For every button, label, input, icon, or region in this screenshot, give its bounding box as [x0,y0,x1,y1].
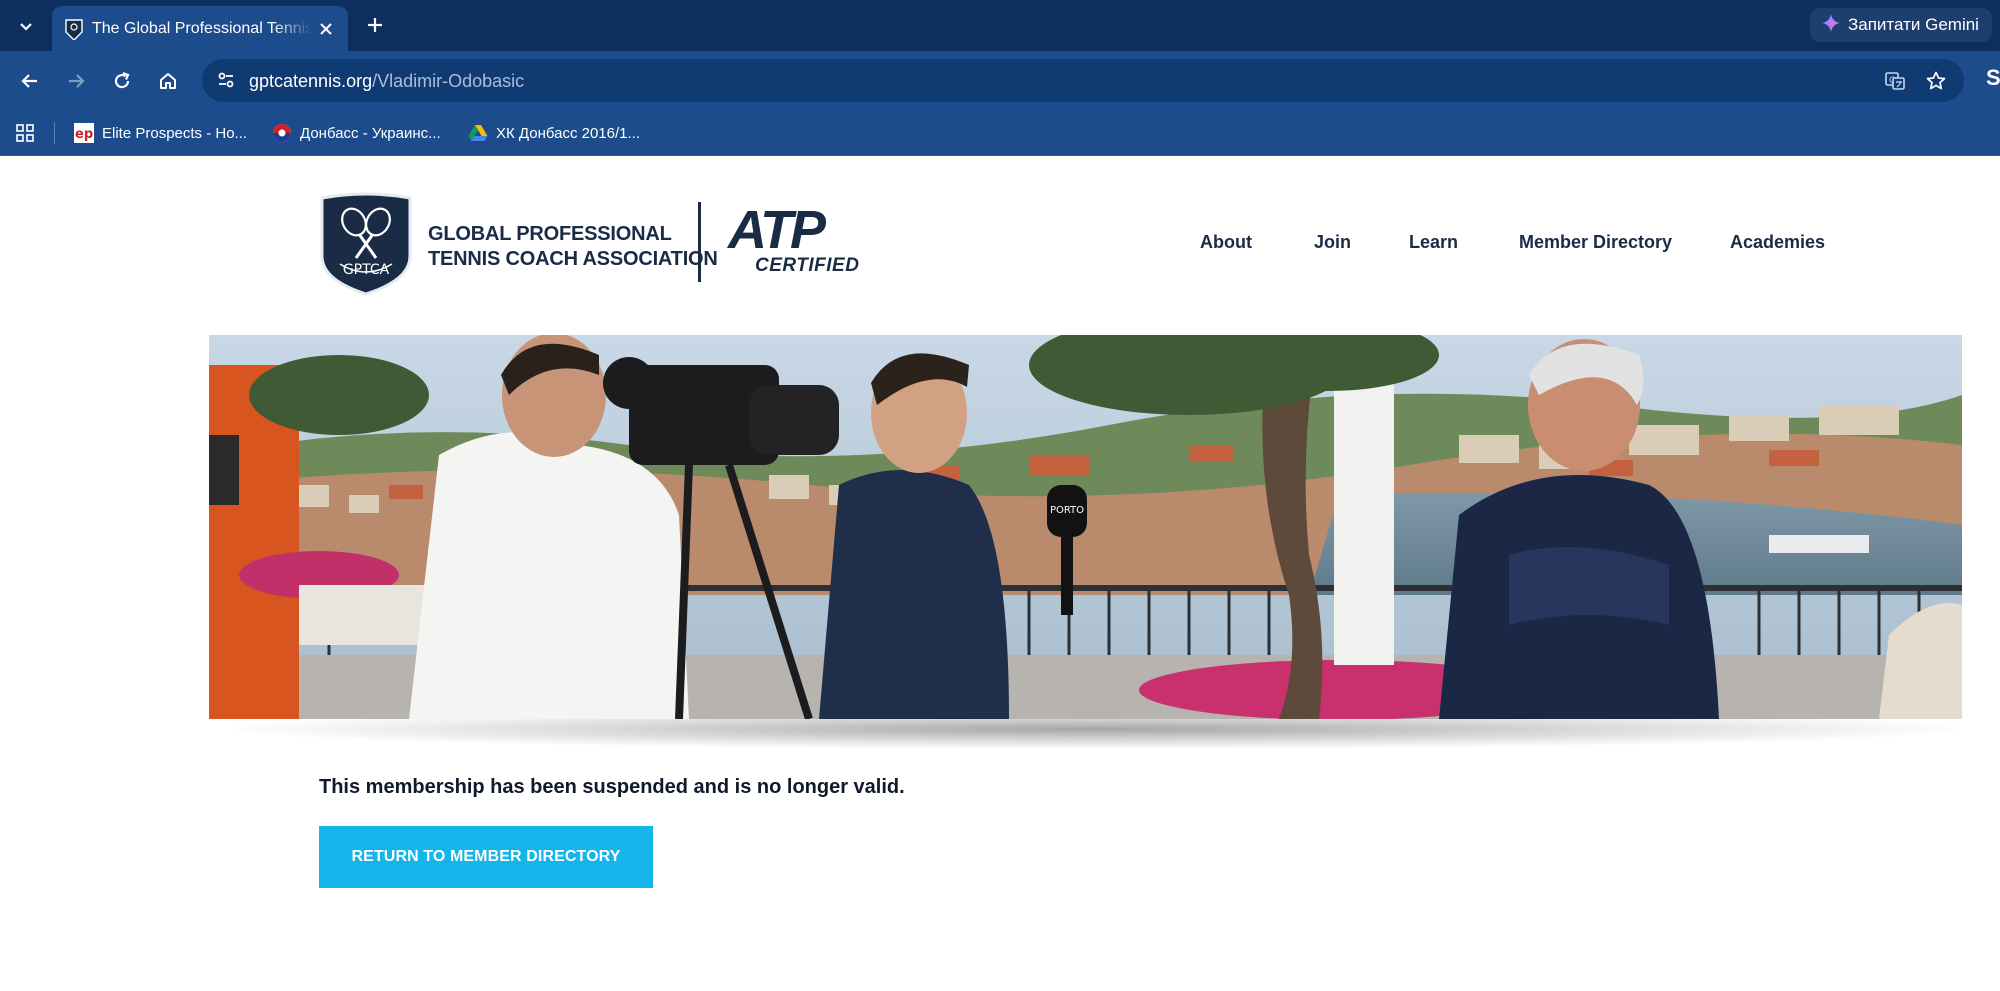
nav-member-directory[interactable]: Member Directory [1519,232,1672,253]
logo-wordmark: GLOBAL PROFESSIONAL TENNIS COACH ASSOCIA… [428,222,718,272]
url-path: /Vladimir-Odobasic [372,71,525,91]
profile-initial[interactable]: S [1986,65,2000,91]
gptca-atp-logo[interactable]: GPTCA GLOBAL PROFESSIONAL TENNIS COACH A… [318,192,860,296]
suspension-message: This membership has been suspended and i… [319,776,905,798]
new-tab-plus-icon[interactable] [362,12,388,38]
ask-gemini-label: Запитати Gemini [1848,15,1979,34]
bookmark-elite-prospects[interactable]: ep Elite Prospects - Ho... [74,118,247,148]
nav-academies[interactable]: Academies [1730,232,1825,253]
url-text[interactable]: gptcatennis.org/Vladimir-Odobasic [249,70,524,92]
gptca-favicon [64,18,84,41]
svg-text:ep: ep [75,127,93,142]
address-bar[interactable]: gptcatennis.org/Vladimir-Odobasic G [202,59,1964,102]
bookmark-label: Elite Prospects - Ho... [102,124,248,142]
logo-line-2: TENNIS COACH ASSOCIATION [428,248,718,270]
nav-join[interactable]: Join [1314,232,1351,253]
bookmark-label: ХК Донбасс 2016/1... [496,124,641,142]
porto-mic-label: PORTO [1050,505,1084,516]
bookmark-star-icon[interactable] [1923,68,1949,94]
elite-prospects-favicon: ep [74,123,94,143]
gptca-shield-icon: GPTCA [320,192,412,296]
url-host: gptcatennis.org [249,71,373,91]
return-to-member-directory-button[interactable]: RETURN TO MEMBER DIRECTORY [319,826,653,888]
logo-line-1: GLOBAL PROFESSIONAL [428,223,672,245]
translate-icon[interactable]: G [1882,68,1908,94]
forward-arrow-icon[interactable] [60,65,92,97]
atp-logo-text: ATP [728,200,826,260]
gemini-sparkle-icon [1822,13,1840,37]
tab-title: The Global Professional Tennis Coach Ass… [92,20,312,37]
active-tab[interactable]: The Global Professional Tennis Coach Ass… [52,6,348,51]
tab-search-chevron-icon[interactable] [12,12,40,40]
bookmarks-bar: ep Elite Prospects - Ho... Донбасс - Укр… [0,110,2000,156]
bookmark-hc-donbass[interactable]: ХК Донбасс 2016/1... [468,118,640,148]
web-page: GPTCA GLOBAL PROFESSIONAL TENNIS COACH A… [0,156,2000,991]
bookmarks-divider [54,122,55,144]
bookmark-donbass[interactable]: Донбасс - Украинс... [272,118,441,148]
nav-about[interactable]: About [1200,232,1252,253]
reload-icon[interactable] [106,65,138,97]
google-drive-favicon [468,123,488,143]
site-info-tune-icon[interactable] [212,66,240,94]
logo-divider [698,202,701,282]
atp-certified-text: CERTIFIED [755,255,860,276]
bookmark-label: Донбасс - Украинс... [300,124,441,142]
nav-learn[interactable]: Learn [1409,232,1458,253]
gptca-badge-text: GPTCA [343,262,390,278]
back-arrow-icon[interactable] [14,65,46,97]
tab-strip: The Global Professional Tennis Coach Ass… [0,0,2000,51]
ask-gemini-button[interactable]: Запитати Gemini [1810,8,1992,42]
browser-toolbar: gptcatennis.org/Vladimir-Odobasic G S [0,51,2000,110]
hero-photo: PORTO [209,335,1962,719]
home-icon[interactable] [152,65,184,97]
apps-grid-icon[interactable] [12,120,38,146]
close-tab-icon[interactable] [314,17,338,41]
donbass-favicon [272,123,292,143]
